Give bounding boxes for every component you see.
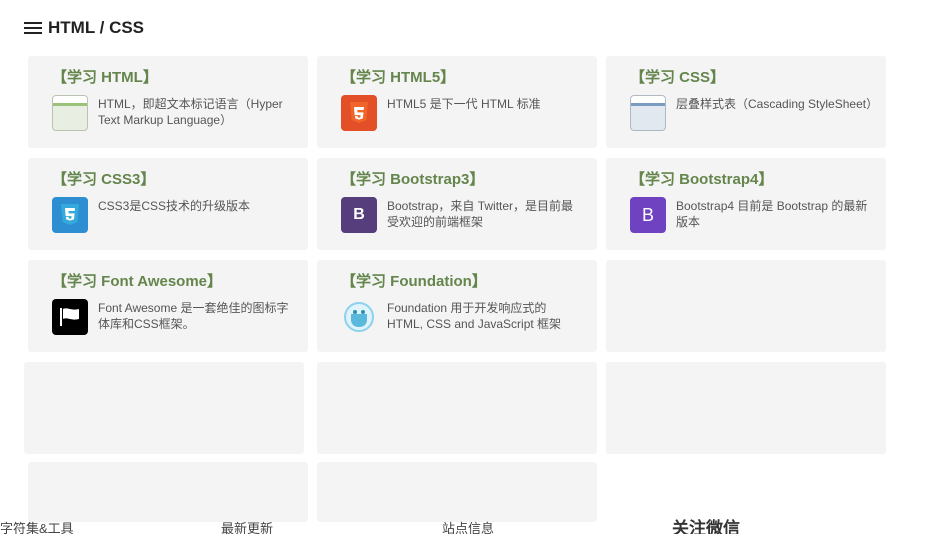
footer-follow-wechat[interactable]: 关注微信	[672, 514, 740, 534]
card-css[interactable]: 【学习 CSS】 层叠样式表（Cascading StyleSheet）	[606, 56, 886, 148]
section-header: HTML / CSS	[24, 18, 144, 38]
card-html5[interactable]: 【学习 HTML5】 HTML5 是下一代 HTML 标准	[317, 56, 597, 148]
card-html[interactable]: 【学习 HTML】 HTML，即超文本标记语言（Hyper Text Marku…	[28, 56, 308, 148]
card-description: Foundation 用于开发响应式的 HTML, CSS and JavaSc…	[387, 301, 562, 331]
bootstrap3-logo-icon: B	[341, 197, 377, 233]
card-title[interactable]: 【学习 HTML】	[52, 66, 296, 87]
section-title: HTML / CSS	[48, 18, 145, 37]
card-bootstrap3[interactable]: 【学习 Bootstrap3】 B Bootstrap，来自 Twitter，是…	[317, 158, 597, 250]
foundation-logo-icon	[341, 299, 377, 335]
card-title[interactable]: 【学习 CSS】	[630, 66, 874, 87]
card-bootstrap4[interactable]: 【学习 Bootstrap4】 B Bootstrap4 目前是 Bootstr…	[606, 158, 886, 250]
footer: 字符集&工具 最新更新 站点信息 关注微信	[0, 516, 930, 534]
card-font-awesome[interactable]: 【学习 Font Awesome】 Font Awesome 是一套绝佳的图标字…	[28, 260, 308, 352]
footer-charset-tools[interactable]: 字符集&工具	[0, 518, 74, 534]
card-description: HTML，即超文本标记语言（Hyper Text Markup Language…	[98, 97, 283, 127]
course-grid: 【学习 HTML】 HTML，即超文本标记语言（Hyper Text Marku…	[24, 56, 886, 534]
card-foundation[interactable]: 【学习 Foundation】 Foundation 用于开发响应式的 HTML…	[317, 260, 597, 352]
card-title[interactable]: 【学习 CSS3】	[52, 168, 296, 189]
html5-logo-icon	[341, 95, 377, 131]
card-description: Font Awesome 是一套绝佳的图标字体库和CSS框架。	[98, 301, 289, 331]
list-icon	[24, 21, 42, 35]
footer-site-info[interactable]: 站点信息	[442, 518, 494, 534]
card-title[interactable]: 【学习 Bootstrap3】	[341, 168, 585, 189]
font-awesome-flag-icon	[52, 299, 88, 335]
card-placeholder	[24, 362, 304, 454]
card-description: Bootstrap4 目前是 Bootstrap 的最新版本	[676, 199, 868, 229]
css-logo-icon	[630, 95, 666, 131]
bootstrap4-logo-icon: B	[630, 197, 666, 233]
card-placeholder	[28, 462, 308, 522]
footer-latest-updates[interactable]: 最新更新	[221, 518, 273, 534]
card-css3[interactable]: 【学习 CSS3】 CSS3是CSS技术的升级版本	[28, 158, 308, 250]
html-logo-icon	[52, 95, 88, 131]
card-description: CSS3是CSS技术的升级版本	[98, 199, 251, 213]
card-description: HTML5 是下一代 HTML 标准	[387, 97, 541, 111]
card-description: 层叠样式表（Cascading StyleSheet）	[676, 97, 879, 111]
css3-logo-icon	[52, 197, 88, 233]
card-placeholder	[606, 260, 886, 352]
card-description: Bootstrap，来自 Twitter，是目前最受欢迎的前端框架	[387, 199, 574, 229]
card-title[interactable]: 【学习 HTML5】	[341, 66, 585, 87]
card-title[interactable]: 【学习 Font Awesome】	[52, 270, 296, 291]
card-title[interactable]: 【学习 Foundation】	[341, 270, 585, 291]
card-placeholder	[317, 462, 597, 522]
card-placeholder	[606, 362, 886, 454]
card-title[interactable]: 【学习 Bootstrap4】	[630, 168, 874, 189]
card-placeholder	[317, 362, 597, 454]
